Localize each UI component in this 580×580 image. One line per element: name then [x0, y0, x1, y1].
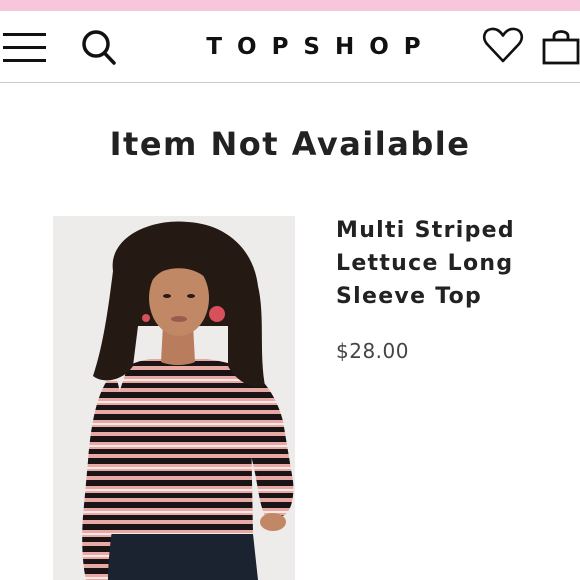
shopping-bag-icon [542, 30, 580, 65]
promo-strip [0, 0, 580, 11]
site-logo[interactable]: TOPSHOP [150, 33, 480, 61]
product-name[interactable]: Multi Striped Lettuce Long Sleeve Top [336, 214, 566, 313]
model-photo [53, 216, 295, 580]
product-price: $28.00 [336, 339, 409, 363]
search-button[interactable] [78, 27, 120, 67]
product-image[interactable] [53, 216, 295, 580]
search-icon [82, 30, 116, 65]
wishlist-button[interactable] [482, 25, 524, 65]
site-header: TOPSHOP [0, 11, 580, 83]
menu-button[interactable] [0, 27, 48, 67]
product-info: Multi Striped Lettuce Long Sleeve Top $2… [336, 214, 566, 363]
hamburger-menu-icon [3, 33, 46, 62]
shopping-bag-button[interactable] [540, 25, 580, 67]
heart-icon [482, 27, 524, 63]
page-title: Item Not Available [109, 125, 471, 163]
